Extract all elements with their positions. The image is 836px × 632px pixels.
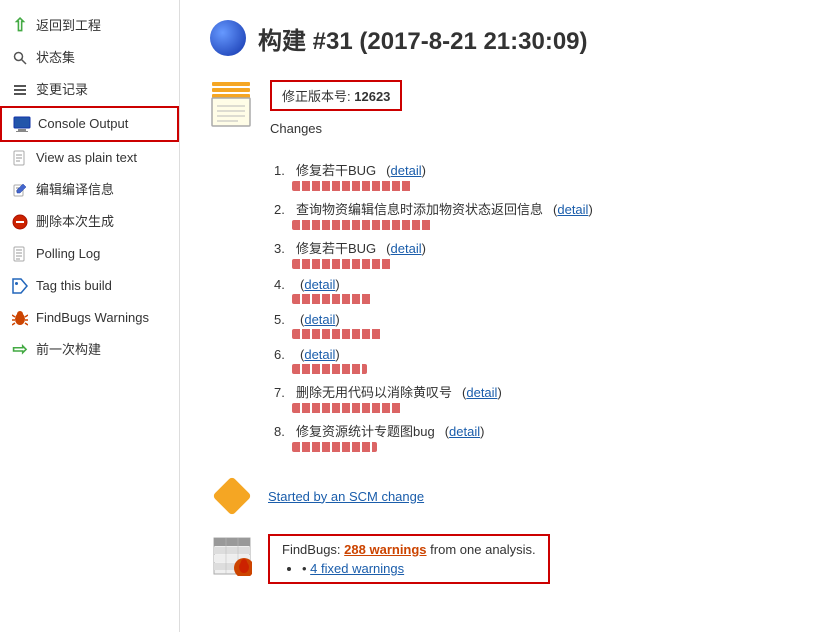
bug-icon xyxy=(10,308,30,328)
change-item-8: 8. 修复资源统计专题图bug (detail) xyxy=(274,421,806,456)
change-num: 1. xyxy=(274,163,292,178)
main-content: 构建 #31 (2017-8-21 21:30:09) 修正版本号: xyxy=(180,0,836,632)
revision-number: 12623 xyxy=(354,89,390,104)
sidebar-label-prev: 前一次构建 xyxy=(36,341,101,359)
change-num: 5. xyxy=(274,312,292,327)
sidebar-label-tagbuild: Tag this build xyxy=(36,277,112,295)
sidebar-item-delete[interactable]: 删除本次生成 xyxy=(0,206,179,238)
change-num: 6. xyxy=(274,347,292,362)
change-text: 删除无用代码以消除黄叹号 xyxy=(296,382,452,401)
detail-link-2[interactable]: detail xyxy=(557,202,588,217)
sidebar-item-plaintext[interactable]: View as plain text xyxy=(0,142,179,174)
change-list: 1. 修复若干BUG (detail) 2. 查询物资编辑信息时添加物资状态返回… xyxy=(274,160,806,456)
sidebar-item-changes[interactable]: 变更记录 xyxy=(0,74,179,106)
redact-bar xyxy=(292,259,392,269)
list-icon xyxy=(10,80,30,100)
scm-diamond-icon xyxy=(210,474,254,518)
change-item-4: 4. (detail) xyxy=(274,277,806,308)
arrow-up-icon: ⇧ xyxy=(10,16,30,36)
sidebar-label-changes: 变更记录 xyxy=(36,81,88,99)
change-text: 修复若干BUG xyxy=(296,160,376,179)
redact-bar xyxy=(292,403,402,413)
change-item-3: 3. 修复若干BUG (detail) xyxy=(274,238,806,273)
detail-link-5[interactable]: detail xyxy=(304,312,335,327)
arrow-left-icon: ⇨ xyxy=(10,340,30,360)
change-num: 2. xyxy=(274,202,292,217)
redact-bar xyxy=(292,294,372,304)
sidebar-label-edit: 编辑编译信息 xyxy=(36,181,114,199)
findbugs-section: FindBugs: 288 warnings from one analysis… xyxy=(210,534,806,584)
monitor-icon xyxy=(12,114,32,134)
change-num: 4. xyxy=(274,277,292,292)
change-num: 3. xyxy=(274,241,292,256)
findbugs-warnings-link[interactable]: 288 warnings xyxy=(344,542,426,557)
sidebar-label-status: 状态集 xyxy=(36,49,75,67)
scm-section: Started by an SCM change xyxy=(210,474,806,518)
sidebar-label-pollinglog: Polling Log xyxy=(36,245,100,263)
change-text: 修复资源统计专题图bug xyxy=(296,421,435,440)
page-title: 构建 #31 (2017-8-21 21:30:09) xyxy=(258,21,588,56)
findbugs-suffix: from one analysis. xyxy=(430,542,536,557)
redact-bar xyxy=(292,442,377,452)
detail-link-3[interactable]: detail xyxy=(391,241,422,256)
detail-link-6[interactable]: detail xyxy=(304,347,335,362)
change-text: 查询物资编辑信息时添加物资状态返回信息 xyxy=(296,199,543,218)
search-icon xyxy=(10,48,30,68)
sidebar: ⇧ 返回到工程 状态集 变更记录 Console Output xyxy=(0,0,180,632)
edit-icon xyxy=(10,180,30,200)
findbugs-box: FindBugs: 288 warnings from one analysis… xyxy=(268,534,550,584)
change-text: 修复若干BUG xyxy=(296,238,376,257)
change-item-7: 7. 删除无用代码以消除黄叹号 (detail) xyxy=(274,382,806,417)
redact-bar xyxy=(292,220,432,230)
build-info-details: 修正版本号: 12623 Changes xyxy=(270,80,402,136)
sidebar-label-back: 返回到工程 xyxy=(36,17,101,35)
findbugs-table-icon xyxy=(210,534,254,578)
findbugs-fixed-link[interactable]: 4 fixed warnings xyxy=(310,561,404,576)
change-item-6: 6. (detail) xyxy=(274,347,806,378)
detail-link-8[interactable]: detail xyxy=(449,424,480,439)
sidebar-item-tagbuild[interactable]: Tag this build xyxy=(0,270,179,302)
redact-bar xyxy=(292,364,367,374)
detail-link-7[interactable]: detail xyxy=(466,385,497,400)
redact-bar xyxy=(292,181,412,191)
delete-icon xyxy=(10,212,30,232)
change-item-2: 2. 查询物资编辑信息时添加物资状态返回信息 (detail) xyxy=(274,199,806,234)
sidebar-label-plaintext: View as plain text xyxy=(36,149,137,167)
revision-label: 修正版本号: xyxy=(282,89,351,104)
sidebar-item-back[interactable]: ⇧ 返回到工程 xyxy=(0,10,179,42)
notebook-icon xyxy=(210,80,254,131)
findbugs-prefix: FindBugs: xyxy=(282,542,341,557)
change-num: 8. xyxy=(274,424,292,439)
doc-icon xyxy=(10,148,30,168)
sidebar-item-pollinglog[interactable]: Polling Log xyxy=(0,238,179,270)
sidebar-label-delete: 删除本次生成 xyxy=(36,213,114,231)
scm-link[interactable]: Started by an SCM change xyxy=(268,489,424,504)
sidebar-item-edit[interactable]: 编辑编译信息 xyxy=(0,174,179,206)
sidebar-label-console: Console Output xyxy=(38,115,128,133)
revision-box: 修正版本号: 12623 xyxy=(270,80,402,111)
change-item-5: 5. (detail) xyxy=(274,312,806,343)
findbugs-fixed-item: • 4 fixed warnings xyxy=(302,561,536,576)
log-icon xyxy=(10,244,30,264)
changes-label: Changes xyxy=(270,121,402,136)
change-num: 7. xyxy=(274,385,292,400)
page-header: 构建 #31 (2017-8-21 21:30:09) xyxy=(210,20,806,56)
detail-link-4[interactable]: detail xyxy=(304,277,335,292)
sidebar-item-findbugs[interactable]: FindBugs Warnings xyxy=(0,302,179,334)
sidebar-item-prev[interactable]: ⇨ 前一次构建 xyxy=(0,334,179,366)
detail-link-1[interactable]: detail xyxy=(391,163,422,178)
sidebar-item-console[interactable]: Console Output xyxy=(0,106,179,142)
sidebar-item-status[interactable]: 状态集 xyxy=(0,42,179,74)
change-item-1: 1. 修复若干BUG (detail) xyxy=(274,160,806,195)
status-ball xyxy=(210,20,246,56)
redact-bar xyxy=(292,329,382,339)
tag-icon xyxy=(10,276,30,296)
build-info-section: 修正版本号: 12623 Changes xyxy=(210,80,806,136)
sidebar-label-findbugs: FindBugs Warnings xyxy=(36,309,149,327)
